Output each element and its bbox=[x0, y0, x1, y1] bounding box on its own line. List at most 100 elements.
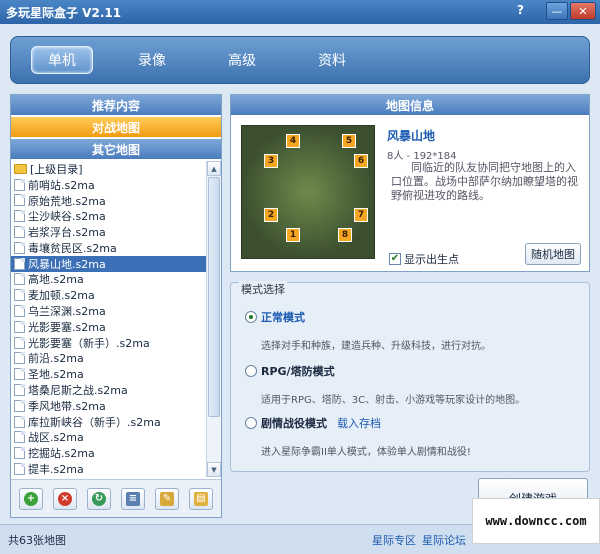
map-file-item[interactable]: 毒壤贫民区.s2ma bbox=[11, 240, 207, 256]
tab-replay[interactable]: 录像 bbox=[121, 46, 183, 74]
file-list-scrollbar[interactable]: ▲ ▼ bbox=[206, 161, 221, 477]
properties-icon: ≡ bbox=[126, 491, 140, 506]
tab-info[interactable]: 资料 bbox=[301, 46, 363, 74]
map-file-icon bbox=[14, 415, 25, 428]
map-file-icon bbox=[14, 226, 25, 239]
refresh-icon: ↻ bbox=[92, 491, 106, 506]
properties-button[interactable]: ≡ bbox=[121, 487, 145, 510]
map-file-item[interactable]: 提丰.s2ma bbox=[11, 461, 207, 477]
mode-normal-label: 正常模式 bbox=[261, 311, 305, 324]
starcraft-forum-link[interactable]: 星际论坛 bbox=[422, 532, 466, 548]
map-file-item[interactable]: 圣地.s2ma bbox=[11, 366, 207, 382]
map-file-item[interactable]: 麦加顿.s2ma bbox=[11, 287, 207, 303]
map-file-icon bbox=[14, 431, 25, 444]
file-name: 战区.s2ma bbox=[28, 431, 84, 445]
map-file-item[interactable]: 岩浆浮台.s2ma bbox=[11, 224, 207, 240]
map-players: 8人 - 192*184 bbox=[387, 151, 457, 162]
map-file-item[interactable]: 乌兰深渊.s2ma bbox=[11, 303, 207, 319]
map-info-panel: 地图信息 12345678 风暴山地 8人 - 192*184 同临近的队友协同… bbox=[230, 94, 590, 272]
scroll-thumb[interactable] bbox=[208, 177, 220, 417]
map-file-item[interactable]: 挖掘站.s2ma bbox=[11, 445, 207, 461]
help-icon[interactable]: ? bbox=[517, 3, 524, 17]
minimize-button[interactable]: — bbox=[546, 2, 568, 20]
map-file-item[interactable]: 光影要塞.s2ma bbox=[11, 319, 207, 335]
map-file-item[interactable]: 季风地带.s2ma bbox=[11, 398, 207, 414]
show-spawn-label: 显示出生点 bbox=[404, 253, 459, 266]
spawn-marker: 1 bbox=[286, 228, 300, 242]
spawn-marker: 7 bbox=[354, 208, 368, 222]
mode-rpg[interactable]: RPG/塔防模式 bbox=[245, 363, 335, 379]
map-file-item[interactable]: 库拉斯峡谷（新手）.s2ma bbox=[11, 414, 207, 430]
map-file-item[interactable]: 光影要塞（新手）.s2ma bbox=[11, 335, 207, 351]
show-spawn-checkbox[interactable]: ✔ 显示出生点 bbox=[389, 251, 459, 267]
refresh-button[interactable]: ↻ bbox=[87, 487, 111, 510]
map-file-item[interactable]: 尘沙峡谷.s2ma bbox=[11, 208, 207, 224]
radio-icon[interactable] bbox=[245, 365, 257, 377]
file-name: 尘沙峡谷.s2ma bbox=[28, 210, 106, 224]
tab-advanced[interactable]: 高级 bbox=[211, 46, 273, 74]
file-name: 光影要塞（新手）.s2ma bbox=[28, 336, 150, 350]
file-name: 麦加顿.s2ma bbox=[28, 289, 95, 303]
delete-icon: × bbox=[58, 491, 72, 506]
starcraft-zone-link[interactable]: 星际专区 bbox=[372, 532, 416, 548]
battle-maps-header[interactable]: 对战地图 bbox=[11, 117, 221, 137]
scroll-down-icon[interactable]: ▼ bbox=[207, 462, 221, 477]
list-toolbar: + × ↻ ≡ ✎ ▤ bbox=[11, 479, 221, 517]
other-maps-header[interactable]: 其它地图 bbox=[11, 139, 221, 159]
map-file-icon bbox=[14, 463, 25, 476]
mode-campaign[interactable]: 剧情战役模式 载入存档 bbox=[245, 415, 381, 431]
file-name: 乌兰深渊.s2ma bbox=[28, 305, 106, 319]
edit-button[interactable]: ✎ bbox=[155, 487, 179, 510]
spawn-marker: 2 bbox=[264, 208, 278, 222]
map-file-item[interactable]: 前沿.s2ma bbox=[11, 351, 207, 367]
map-file-list[interactable]: [上级目录] 前哨站.s2ma 原始荒地.s2ma 尘沙峡谷.s2ma 岩浆浮台.s2m… bbox=[11, 161, 207, 477]
map-file-item[interactable]: 风暴山地.s2ma bbox=[11, 255, 207, 272]
spawn-marker: 3 bbox=[264, 154, 278, 168]
load-save-link[interactable]: 载入存档 bbox=[337, 415, 381, 431]
file-name: 前沿.s2ma bbox=[28, 352, 84, 366]
file-name: 原始荒地.s2ma bbox=[28, 194, 106, 208]
map-file-icon bbox=[14, 194, 25, 207]
spawn-marker: 8 bbox=[338, 228, 352, 242]
add-map-button[interactable]: + bbox=[19, 487, 43, 510]
parent-directory-item[interactable]: [上级目录] bbox=[11, 161, 207, 177]
mode-normal-desc: 选择对手和种族，建造兵种、升级科技，进行对抗。 bbox=[261, 341, 491, 352]
recommended-header[interactable]: 推荐内容 bbox=[11, 95, 221, 115]
mode-campaign-desc: 进入星际争霸II单人模式，体验单人剧情和战役! bbox=[261, 447, 471, 458]
file-name: 季风地带.s2ma bbox=[28, 399, 106, 413]
file-name: 前哨站.s2ma bbox=[28, 178, 95, 192]
map-file-icon bbox=[14, 368, 25, 381]
map-info-header: 地图信息 bbox=[231, 95, 589, 115]
tab-single[interactable]: 单机 bbox=[31, 46, 93, 74]
mode-rpg-desc: 适用于RPG、塔防、3C、射击、小游戏等玩家设计的地图。 bbox=[261, 395, 526, 406]
folder-up-icon bbox=[14, 163, 27, 174]
radio-icon[interactable] bbox=[245, 417, 257, 429]
map-file-icon bbox=[14, 320, 25, 333]
spawn-marker: 5 bbox=[342, 134, 356, 148]
scroll-up-icon[interactable]: ▲ bbox=[207, 161, 221, 176]
map-file-icon bbox=[14, 178, 25, 191]
radio-selected-icon[interactable] bbox=[245, 311, 257, 323]
close-button[interactable]: ✕ bbox=[570, 2, 596, 20]
map-file-item[interactable]: 前哨站.s2ma bbox=[11, 177, 207, 193]
map-file-icon bbox=[14, 257, 25, 270]
checkbox-checked-icon[interactable]: ✔ bbox=[389, 253, 401, 265]
folder-button[interactable]: ▤ bbox=[189, 487, 213, 510]
main-nav: 单机 录像 高级 资料 bbox=[10, 36, 590, 84]
watermark-logo: www.downcc.com bbox=[472, 498, 600, 544]
mode-normal[interactable]: 正常模式 bbox=[245, 309, 305, 325]
map-preview: 12345678 bbox=[241, 125, 375, 259]
title-bar: 多玩星际盒子 V2.11 bbox=[0, 0, 600, 24]
delete-map-button[interactable]: × bbox=[53, 487, 77, 510]
map-description: 同临近的队友协同把守地图上的入口位置。战场中部萨尔纳加瞭望塔的视野俯视进攻的路线… bbox=[391, 161, 578, 202]
map-file-icon bbox=[14, 289, 25, 302]
map-file-item[interactable]: 原始荒地.s2ma bbox=[11, 193, 207, 209]
file-name: 圣地.s2ma bbox=[28, 368, 84, 382]
map-file-item[interactable]: 塔桑尼斯之战.s2ma bbox=[11, 382, 207, 398]
map-file-item[interactable]: 战区.s2ma bbox=[11, 430, 207, 446]
map-file-icon bbox=[14, 305, 25, 318]
edit-icon: ✎ bbox=[160, 491, 174, 506]
mode-select-group: 模式选择 正常模式 选择对手和种族，建造兵种、升级科技，进行对抗。 RPG/塔防… bbox=[230, 281, 590, 472]
map-file-item[interactable]: 高地.s2ma bbox=[11, 272, 207, 288]
random-map-button[interactable]: 随机地图 bbox=[525, 243, 581, 265]
